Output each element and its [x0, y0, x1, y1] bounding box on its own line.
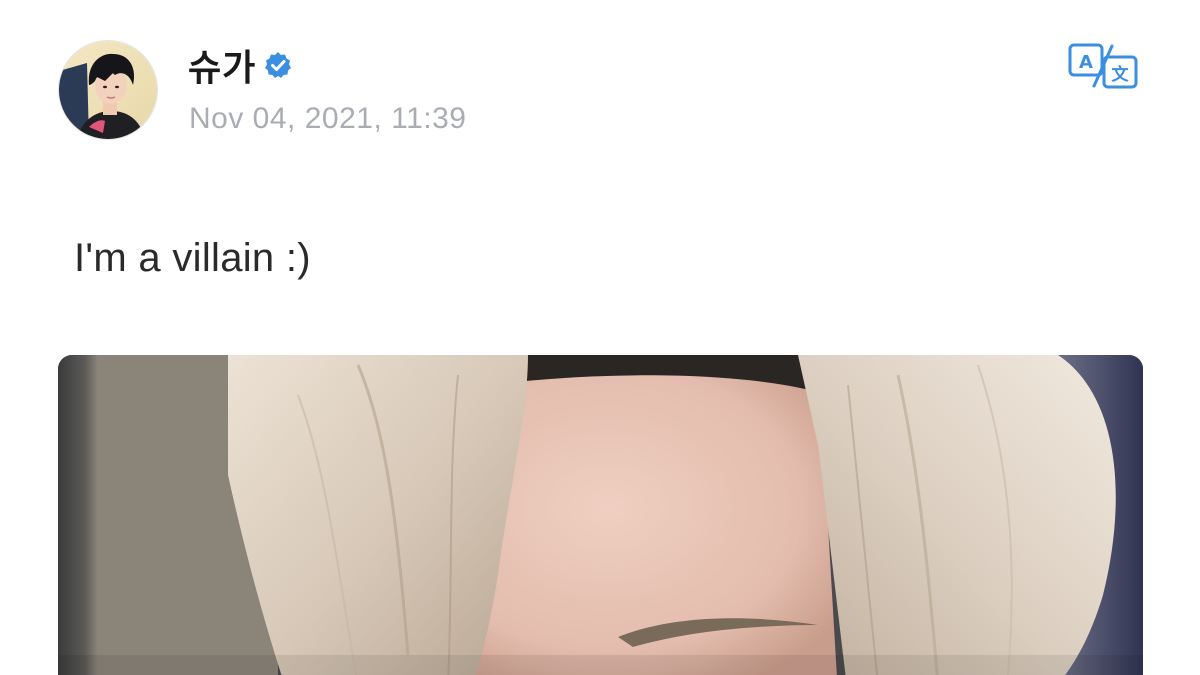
- verified-badge-icon: [264, 51, 292, 79]
- photo-attachment-icon: [58, 355, 1143, 675]
- translate-icon: A 文: [1068, 43, 1138, 89]
- translate-button[interactable]: A 文: [1066, 42, 1140, 90]
- post-timestamp: Nov 04, 2021, 11:39: [189, 102, 467, 135]
- translate-glyph-latin: A: [1079, 52, 1093, 73]
- author-row: 슈가: [188, 40, 292, 90]
- author-name[interactable]: 슈가: [188, 39, 256, 91]
- post-image[interactable]: [58, 355, 1143, 675]
- translate-glyph-cjk: 文: [1112, 64, 1130, 85]
- weverse-post: 슈가 Nov 04, 2021, 11:39 A 文 I'm a villain…: [0, 0, 1200, 675]
- profile-photo-icon: [59, 41, 157, 139]
- avatar[interactable]: [58, 40, 158, 140]
- post-body-text: I'm a villain :): [74, 236, 311, 280]
